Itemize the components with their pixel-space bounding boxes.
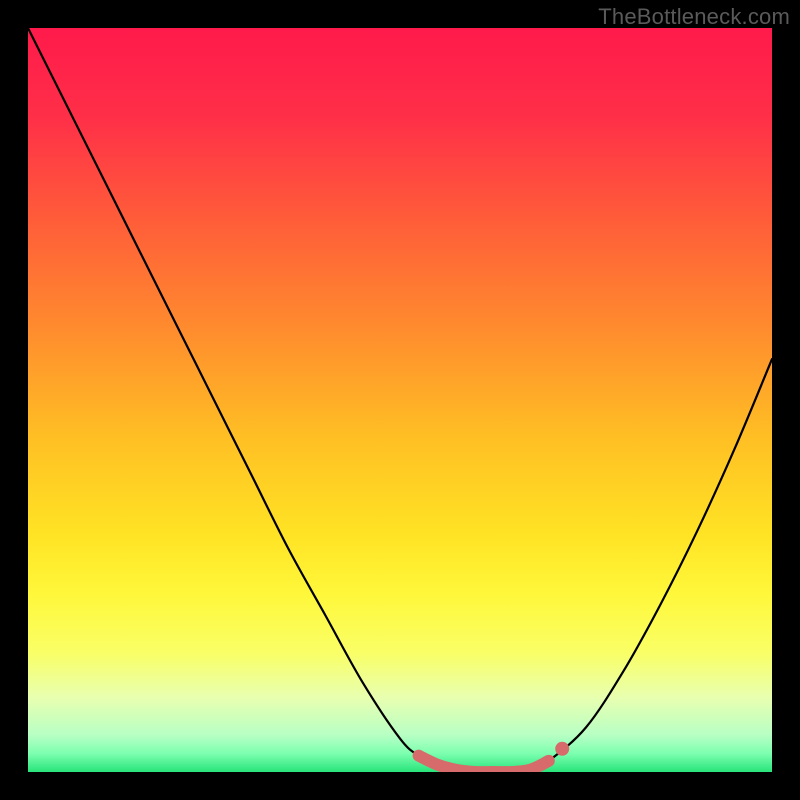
bottleneck-curve <box>28 28 772 772</box>
chart-frame <box>28 28 772 772</box>
curve-highlight <box>419 756 549 772</box>
curve-highlight-dot <box>555 742 569 756</box>
curve-path <box>28 28 772 772</box>
watermark-text: TheBottleneck.com <box>598 4 790 30</box>
